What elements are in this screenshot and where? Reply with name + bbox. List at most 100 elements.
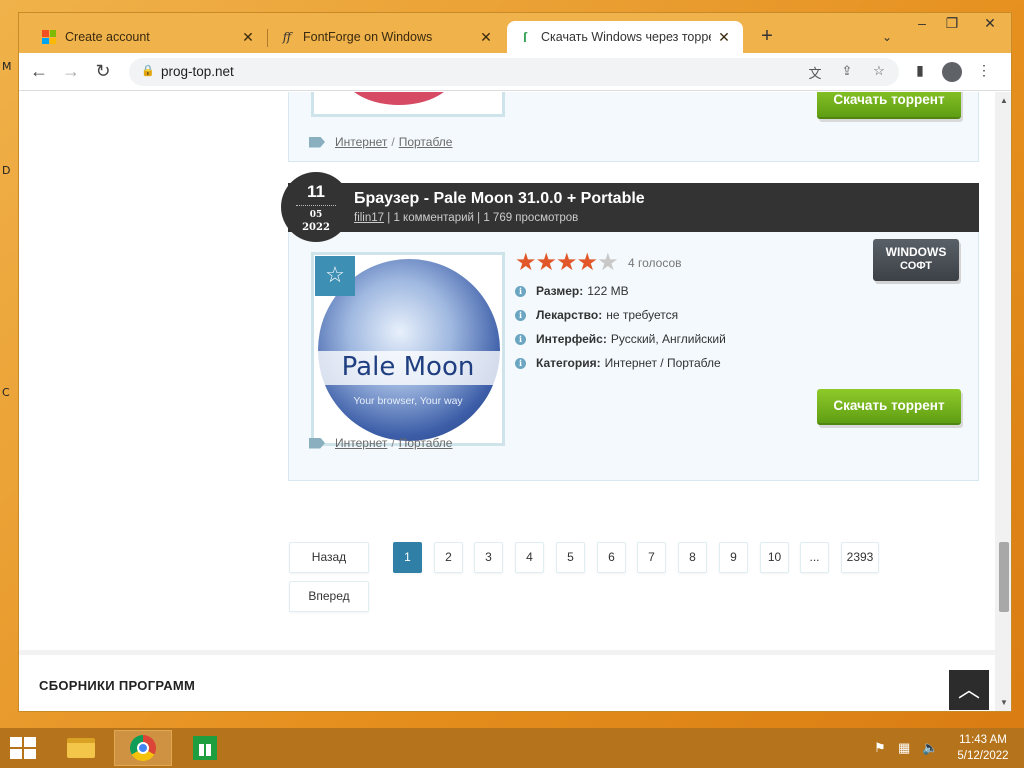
fontforge-icon: ff — [282, 30, 292, 44]
scroll-up-arrow-icon[interactable]: ▲ — [995, 94, 1011, 108]
page-button-5[interactable]: 5 — [556, 542, 585, 573]
browser-window: Create account ✕ ff FontForge on Windows… — [18, 12, 1012, 712]
previous-post-image — [311, 92, 505, 117]
volume-muted-icon[interactable]: 🔈 — [922, 740, 938, 756]
star-icon[interactable]: ★ — [556, 249, 577, 276]
close-icon[interactable]: ✕ — [477, 29, 495, 46]
close-icon[interactable]: ✕ — [715, 29, 733, 46]
info-label: Лекарство: — [536, 308, 603, 322]
tag-link[interactable]: Интернет — [335, 436, 387, 450]
address-bar[interactable]: 🔒 prog-top.net 文 ⇪ ☆ — [129, 58, 899, 86]
minimize-button[interactable]: – — [907, 13, 937, 35]
translate-icon[interactable]: 文 — [805, 63, 825, 81]
reload-button[interactable]: ↻ — [91, 61, 115, 83]
page-button-last[interactable]: 2393 — [841, 542, 879, 573]
taskbar-clock[interactable]: 11:43 AM 5/12/2022 — [948, 732, 1018, 764]
info-size: i Размер: 122 MB — [515, 284, 629, 298]
post-card: Pale Moon Your browser, Your way ☆ ★★★★★… — [288, 232, 979, 481]
info-interface: i Интерфейс: Русский, Английский — [515, 332, 726, 346]
scroll-down-arrow-icon[interactable]: ▼ — [995, 696, 1011, 710]
file-explorer-button[interactable] — [52, 730, 110, 766]
post-title[interactable]: Браузер - Pale Moon 31.0.0 + Portable — [354, 190, 645, 208]
store-taskbar-button[interactable] — [176, 730, 234, 766]
url-text: prog-top.net — [161, 64, 234, 79]
close-window-button[interactable]: ✕ — [975, 13, 1005, 35]
pagination-prev-button[interactable]: Назад — [289, 542, 369, 573]
tag-icon — [309, 136, 325, 148]
tag-link[interactable]: Портабле — [399, 135, 453, 149]
chevron-down-icon[interactable]: ⌄ — [875, 25, 899, 49]
image-title: Pale Moon — [341, 352, 475, 382]
star-icon[interactable]: ★ — [597, 249, 618, 276]
favorite-star-icon[interactable]: ☆ — [315, 256, 355, 296]
info-icon: i — [515, 357, 526, 369]
info-label: Интерфейс: — [536, 332, 607, 346]
page-button-10[interactable]: 10 — [760, 542, 789, 573]
side-panel-icon[interactable]: ▮ — [909, 62, 931, 82]
star-icon[interactable]: ★ — [577, 249, 598, 276]
tag-link[interactable]: Интернет — [335, 135, 387, 149]
chrome-taskbar-button[interactable] — [114, 730, 172, 766]
star-icon[interactable]: ★ — [515, 249, 536, 276]
download-torrent-button[interactable]: Скачать торрент — [817, 389, 961, 425]
bookmark-star-icon[interactable]: ☆ — [869, 63, 889, 81]
votes-count: 4 голосов — [628, 256, 682, 270]
page-button-9[interactable]: 9 — [719, 542, 748, 573]
page-button-2[interactable]: 2 — [434, 542, 463, 573]
page-scrollbar[interactable]: ▲ ▼ — [995, 92, 1011, 711]
restore-button[interactable]: ❐ — [937, 13, 967, 35]
tab-prog-top[interactable]: ſ Скачать Windows через торрент ✕ — [507, 21, 743, 53]
clock-date: 5/12/2022 — [957, 750, 1009, 762]
tab-separator — [267, 29, 268, 47]
windows-start-icon[interactable] — [10, 737, 36, 759]
tab-label: Create account — [65, 30, 150, 44]
windows-taskbar: ⚑ ▦ 🔈 11:43 AM 5/12/2022 — [0, 728, 1024, 768]
post-date-badge: 11 05 2022 — [281, 172, 351, 242]
star-icon[interactable]: ★ — [536, 249, 557, 276]
post-date-year: 2022 — [302, 222, 330, 233]
profile-avatar[interactable] — [941, 62, 963, 82]
scrollbar-thumb[interactable] — [999, 542, 1009, 612]
info-value: Русский, Английский — [610, 332, 726, 346]
rating-stars[interactable]: ★★★★★ — [515, 249, 619, 276]
page-button-3[interactable]: 3 — [474, 542, 503, 573]
os-badge[interactable]: WINDOWS СОФТ — [873, 239, 959, 281]
close-icon[interactable]: ✕ — [239, 29, 257, 46]
page-button-8[interactable]: 8 — [678, 542, 707, 573]
info-icon: i — [515, 285, 526, 297]
progtop-icon: ſ — [523, 29, 527, 45]
post-meta: filin17 | 1 комментарий | 1 769 просмотр… — [354, 212, 579, 224]
scroll-to-top-button[interactable]: ︿ — [949, 670, 989, 710]
desktop-icon-fragment: D — [2, 164, 11, 177]
info-icon: i — [515, 309, 526, 321]
menu-kebab-icon[interactable]: ⋮ — [973, 62, 995, 82]
post-date-day: 11 — [307, 182, 325, 201]
info-value: не требуется — [606, 308, 679, 322]
share-icon[interactable]: ⇪ — [837, 63, 857, 81]
flag-alert-icon[interactable]: ⚑ — [874, 740, 886, 756]
section-divider — [19, 650, 995, 655]
os-badge-line1: WINDOWS — [885, 245, 947, 259]
os-badge-line2: СОФТ — [900, 260, 932, 272]
tag-link[interactable]: Портабле — [399, 436, 453, 450]
previous-post-tags: Интернет / Портабле — [309, 135, 452, 149]
forward-button[interactable]: → — [59, 61, 83, 83]
page-button-1[interactable]: 1 — [393, 542, 422, 573]
page-button-7[interactable]: 7 — [637, 542, 666, 573]
page-content: Скачать торрент Интернет / Портабле 11 0… — [19, 92, 995, 711]
post-views-count: 1 769 просмотров — [483, 212, 579, 224]
post-author-link[interactable]: filin17 — [354, 212, 384, 224]
tab-fontforge[interactable]: ff FontForge on Windows ✕ — [269, 21, 505, 53]
page-button-4[interactable]: 4 — [515, 542, 544, 573]
info-icon: i — [515, 333, 526, 345]
network-icon[interactable]: ▦ — [898, 740, 910, 756]
page-button-6[interactable]: 6 — [597, 542, 626, 573]
pagination-next-button[interactable]: Вперед — [289, 581, 369, 612]
previous-download-button[interactable]: Скачать торрент — [817, 92, 961, 119]
new-tab-button[interactable]: + — [755, 25, 779, 49]
desktop-icon-fragment: M — [2, 60, 12, 73]
tab-label: Скачать Windows через торрент — [541, 30, 711, 44]
back-button[interactable]: ← — [27, 61, 51, 83]
folder-icon — [67, 738, 95, 758]
tab-create-account[interactable]: Create account ✕ — [31, 21, 267, 53]
